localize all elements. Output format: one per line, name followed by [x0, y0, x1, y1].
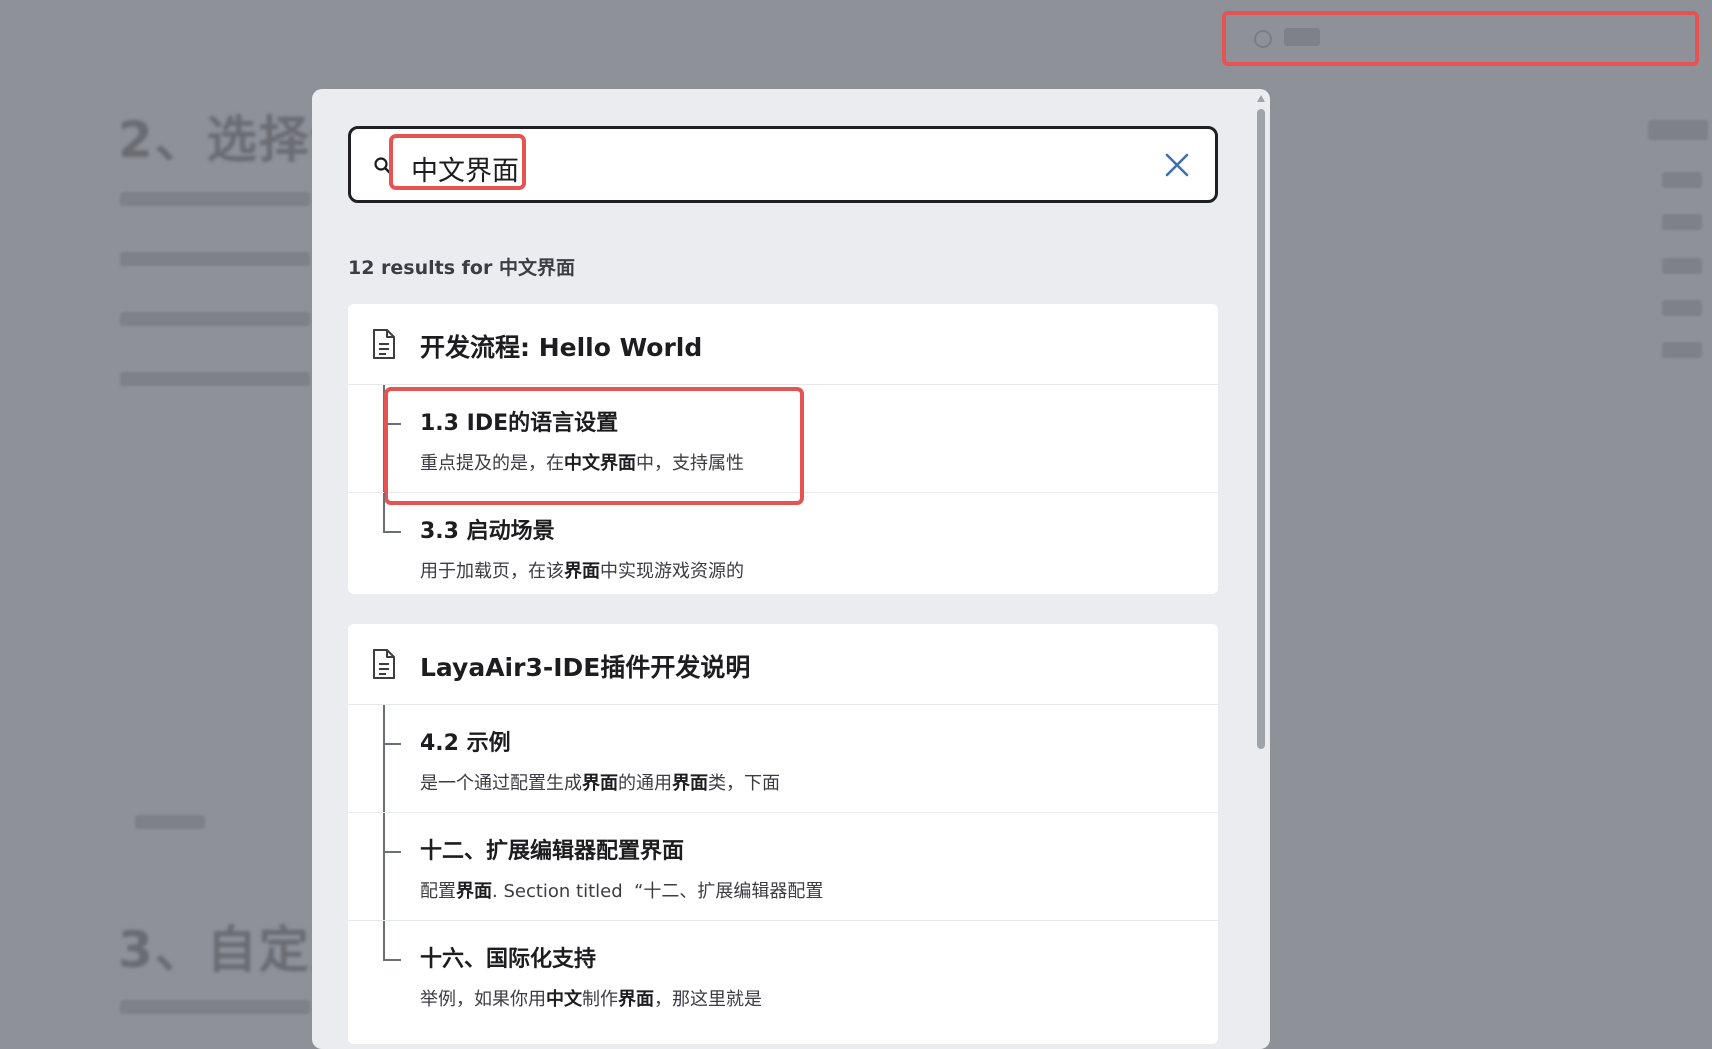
- tree-connector: [383, 743, 401, 745]
- result-item[interactable]: 4.2 示例 是一个通过配置生成界面的通用界面类，下面: [348, 705, 1218, 813]
- search-modal: 中文界面 12 results for 中文界面 开发流程: Hello Wor…: [312, 89, 1270, 1049]
- scrollbar[interactable]: [1254, 95, 1268, 1045]
- result-item-snippet: 配置界面. Section titled “十二、扩展编辑器配置: [420, 881, 824, 902]
- results-query: 中文界面: [498, 257, 575, 279]
- background-toc-title: [1648, 120, 1708, 140]
- search-icon: [1254, 30, 1272, 48]
- result-group-title: 开发流程: Hello World: [420, 333, 703, 362]
- result-highlight-box: [384, 387, 804, 505]
- results-count-prefix: 12 results for: [348, 257, 493, 279]
- document-icon: [373, 329, 395, 359]
- tree-connector: [383, 921, 385, 960]
- result-item-snippet: 用于加载页，在该界面中实现游戏资源的: [420, 561, 744, 582]
- background-text-line: [120, 192, 310, 206]
- close-icon[interactable]: [1161, 149, 1193, 181]
- result-item-title: 十六、国际化支持: [420, 947, 597, 972]
- background-text-line: [120, 372, 310, 386]
- background-toc-item: [1662, 258, 1702, 274]
- tree-connector: [383, 851, 401, 853]
- result-item[interactable]: 十二、扩展编辑器配置界面 配置界面. Section titled “十二、扩展…: [348, 813, 1218, 921]
- tree-connector: [383, 531, 401, 533]
- tree-connector: [383, 705, 385, 812]
- background-text-line: [120, 252, 310, 266]
- result-group-header[interactable]: 开发流程: Hello World: [348, 304, 1218, 385]
- background-text-line: [120, 312, 310, 326]
- background-toc-item: [1662, 300, 1702, 316]
- results-count: 12 results for 中文界面: [348, 253, 575, 280]
- search-query-text[interactable]: 中文界面: [411, 149, 519, 188]
- result-item[interactable]: 3.3 启动场景 用于加载页，在该界面中实现游戏资源的: [348, 493, 1218, 594]
- background-text-line: [120, 1000, 310, 1014]
- result-item-snippet: 是一个通过配置生成界面的通用界面类，下面: [420, 773, 780, 794]
- background-toc-item: [1662, 172, 1702, 188]
- result-group-title: LayaAir3-IDE插件开发说明: [420, 653, 751, 682]
- tree-connector: [383, 493, 385, 532]
- background-text-line: [135, 815, 205, 829]
- result-item-title: 十二、扩展编辑器配置界面: [420, 839, 685, 864]
- result-item-title: 4.2 示例: [420, 731, 511, 756]
- background-toc-item: [1662, 342, 1702, 358]
- scroll-up-arrow-icon[interactable]: [1257, 95, 1265, 102]
- result-item[interactable]: 1.3 IDE的语言设置 重点提及的是，在中文界面中，支持属性: [348, 385, 1218, 505]
- top-search-placeholder: [1284, 28, 1320, 46]
- top-search-button[interactable]: [1222, 11, 1699, 66]
- result-group-header[interactable]: LayaAir3-IDE插件开发说明: [348, 624, 1218, 705]
- result-group: LayaAir3-IDE插件开发说明 4.2 示例 是一个通过配置生成界面的通用…: [348, 624, 1218, 1044]
- search-input[interactable]: 中文界面: [348, 126, 1218, 203]
- result-item-title: 3.3 启动场景: [420, 519, 555, 544]
- result-item[interactable]: 十六、国际化支持 举例，如果你用中文制作界面，那这里就是: [348, 921, 1218, 1028]
- result-item-snippet: 举例，如果你用中文制作界面，那这里就是: [420, 989, 762, 1010]
- result-group: 开发流程: Hello World 1.3 IDE的语言设置 重点提及的是，在中…: [348, 304, 1218, 594]
- tree-connector: [383, 959, 401, 961]
- tree-connector: [383, 813, 385, 920]
- background-toc-item: [1662, 214, 1702, 230]
- document-icon: [373, 649, 395, 679]
- scrollbar-thumb[interactable]: [1257, 109, 1265, 749]
